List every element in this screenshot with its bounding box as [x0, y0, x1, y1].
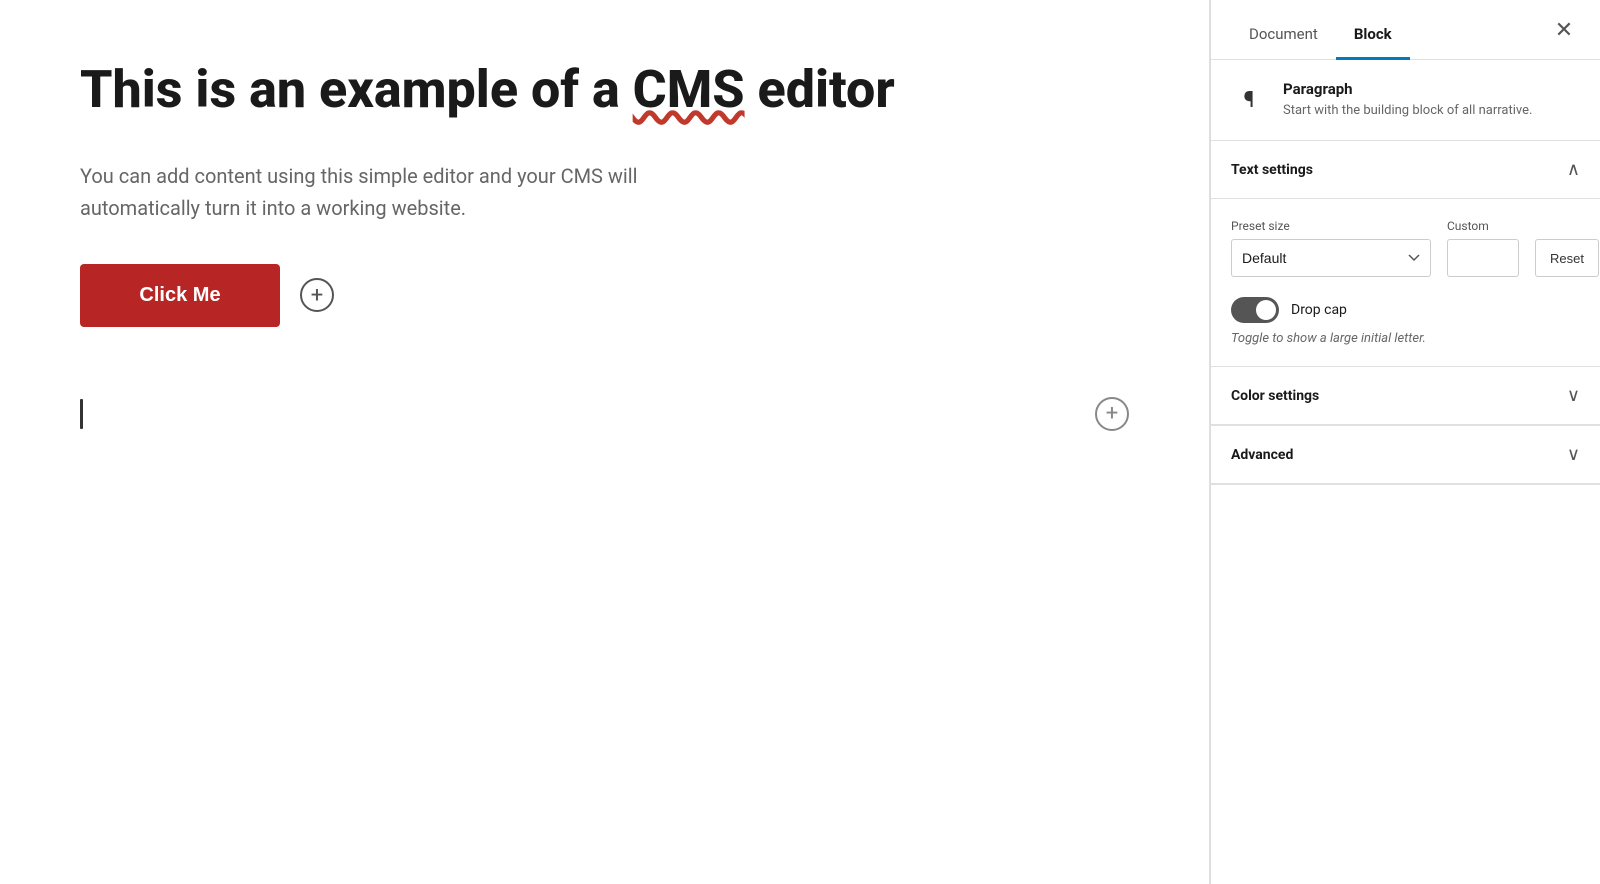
advanced-header[interactable]: Advanced ∨ [1211, 426, 1600, 484]
sidebar: Document Block ✕ ¶ Paragraph Start with … [1210, 0, 1600, 884]
tab-block[interactable]: Block [1336, 25, 1410, 60]
toggle-knob [1256, 300, 1276, 320]
text-settings-row: Preset size Default Custom Reset [1231, 219, 1580, 277]
custom-size-input[interactable] [1447, 239, 1519, 277]
heading-text-part1: This is an example of a [80, 59, 633, 120]
color-settings-section: Color settings ∨ [1211, 367, 1600, 426]
block-info-section: ¶ Paragraph Start with the building bloc… [1211, 60, 1600, 141]
drop-cap-toggle[interactable] [1231, 297, 1279, 323]
custom-size-label: Custom [1447, 219, 1519, 233]
drop-cap-toggle-row: Drop cap [1231, 297, 1580, 323]
block-description: Start with the building block of all nar… [1283, 102, 1532, 120]
preset-size-label: Preset size [1231, 219, 1431, 233]
drop-cap-hint: Toggle to show a large initial letter. [1231, 331, 1580, 346]
tab-document[interactable]: Document [1231, 25, 1336, 60]
preset-size-select[interactable]: Default [1231, 239, 1431, 277]
advanced-label: Advanced [1231, 447, 1293, 463]
text-settings-label: Text settings [1231, 162, 1313, 178]
color-settings-label: Color settings [1231, 388, 1319, 404]
color-settings-chevron-down-icon: ∨ [1567, 385, 1580, 406]
add-block-button[interactable]: + [300, 278, 334, 312]
advanced-section: Advanced ∨ [1211, 426, 1600, 485]
add-block-button-bottom[interactable]: + [1095, 397, 1129, 431]
text-settings-content: Preset size Default Custom Reset Drop ca… [1211, 199, 1600, 367]
editor-body-paragraph: You can add content using this simple ed… [80, 160, 760, 224]
text-settings-header[interactable]: Text settings ∧ [1211, 141, 1600, 199]
close-button[interactable]: ✕ [1548, 14, 1580, 46]
reset-button[interactable]: Reset [1535, 239, 1599, 277]
heading-cms-word: CMS [633, 59, 745, 120]
color-settings-header[interactable]: Color settings ∨ [1211, 367, 1600, 425]
cursor-row: + [80, 387, 1129, 441]
cursor-line [80, 399, 83, 429]
editor-area: This is an example of a CMS editor You c… [0, 0, 1210, 884]
heading-text-part2: editor [745, 59, 895, 120]
sidebar-header: Document Block ✕ [1211, 0, 1600, 60]
block-info-text: Paragraph Start with the building block … [1283, 80, 1532, 120]
editor-heading: This is an example of a CMS editor [80, 60, 1129, 120]
button-row: Click Me + [80, 264, 1129, 327]
block-title: Paragraph [1283, 80, 1532, 98]
text-settings-chevron-up-icon: ∧ [1567, 159, 1580, 180]
paragraph-icon: ¶ [1231, 82, 1267, 118]
custom-size-group: Custom [1447, 219, 1519, 277]
preset-size-group: Preset size Default [1231, 219, 1431, 277]
drop-cap-row: Drop cap Toggle to show a large initial … [1231, 297, 1580, 346]
advanced-chevron-down-icon: ∨ [1567, 444, 1580, 465]
sidebar-tabs: Document Block [1231, 0, 1410, 59]
drop-cap-label: Drop cap [1291, 302, 1347, 318]
click-me-button[interactable]: Click Me [80, 264, 280, 327]
